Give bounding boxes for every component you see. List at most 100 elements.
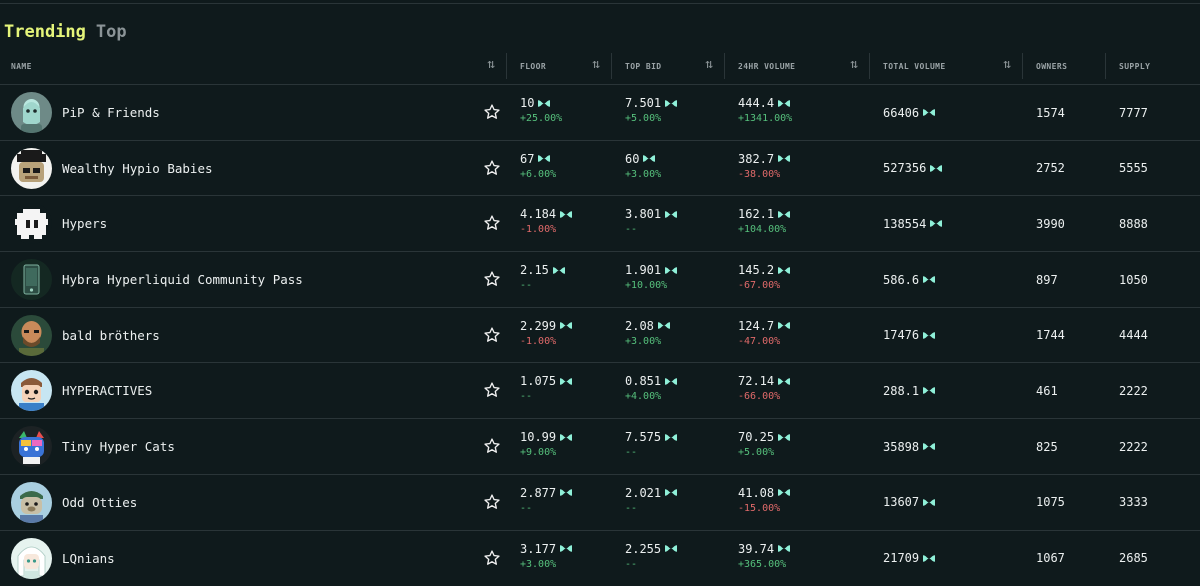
table-header: NAME ⇅ FLOOR ⇅ TOP BID ⇅ 24HR VOLUME ⇅ T… bbox=[0, 47, 1200, 85]
favorite-star-icon[interactable] bbox=[483, 159, 501, 177]
hype-currency-icon bbox=[922, 554, 936, 563]
hype-currency-icon bbox=[922, 275, 936, 284]
hype-currency-icon bbox=[777, 321, 791, 330]
table-row[interactable]: bald bröthers 2.299 -1.00% 2.08 +3.00% 1… bbox=[0, 308, 1200, 364]
collection-name[interactable]: Hypers bbox=[62, 196, 107, 251]
top-bid-cell: 1.901 +10.00% bbox=[625, 262, 678, 294]
sort-floor-icon[interactable]: ⇅ bbox=[588, 57, 604, 73]
floor-change: -1.00% bbox=[520, 224, 573, 238]
sort-top-bid-icon[interactable]: ⇅ bbox=[701, 57, 717, 73]
collection-name[interactable]: LQnians bbox=[62, 531, 115, 586]
col-supply-header: SUPPLY bbox=[1119, 47, 1150, 85]
24hr-volume-change: -67.00% bbox=[738, 280, 791, 294]
top-bid-cell: 2.021 -- bbox=[625, 485, 678, 517]
hyperactives-avatar[interactable] bbox=[11, 370, 52, 411]
floor-value: 4.184 bbox=[520, 207, 556, 221]
24hr-volume-cell: 41.08 -15.00% bbox=[738, 485, 791, 517]
24hr-volume-change: +365.00% bbox=[738, 559, 791, 573]
hype-currency-icon bbox=[664, 266, 678, 275]
24hr-volume-change: -38.00% bbox=[738, 169, 791, 183]
favorite-star-icon[interactable] bbox=[483, 270, 501, 288]
owners-value: 1744 bbox=[1036, 308, 1065, 363]
collection-name[interactable]: Hybra Hyperliquid Community Pass bbox=[62, 252, 303, 307]
hype-currency-icon bbox=[664, 544, 678, 553]
col-24hr-volume-header[interactable]: 24HR VOLUME bbox=[738, 47, 795, 85]
table-row[interactable]: Wealthy Hypio Babies 67 +6.00% 60 +3.00%… bbox=[0, 141, 1200, 197]
floor-cell: 67 +6.00% bbox=[520, 151, 556, 183]
owners-value: 3990 bbox=[1036, 196, 1065, 251]
hype-currency-icon bbox=[664, 99, 678, 108]
favorite-star-icon[interactable] bbox=[483, 493, 501, 511]
total-volume-value: 21709 bbox=[883, 551, 919, 565]
total-volume-cell: 586.6 bbox=[883, 252, 936, 307]
otties-avatar[interactable] bbox=[11, 482, 52, 523]
col-floor-header[interactable]: FLOOR bbox=[520, 47, 546, 85]
owners-value: 1067 bbox=[1036, 531, 1065, 586]
sort-24hr-volume-icon[interactable]: ⇅ bbox=[846, 57, 862, 73]
hype-currency-icon bbox=[922, 498, 936, 507]
collection-name[interactable]: bald bröthers bbox=[62, 308, 160, 363]
collection-name[interactable]: HYPERACTIVES bbox=[62, 363, 152, 418]
favorite-star-icon[interactable] bbox=[483, 214, 501, 232]
supply-value: 8888 bbox=[1119, 196, 1148, 251]
collection-name[interactable]: Wealthy Hypio Babies bbox=[62, 141, 213, 196]
hype-currency-icon bbox=[922, 386, 936, 395]
col-total-volume-header[interactable]: TOTAL VOLUME bbox=[883, 47, 946, 85]
table-row[interactable]: Tiny Hyper Cats 10.99 +9.00% 7.575 -- 70… bbox=[0, 419, 1200, 475]
top-divider bbox=[0, 0, 1200, 4]
floor-change: -- bbox=[520, 280, 566, 294]
sort-total-volume-icon[interactable]: ⇅ bbox=[999, 57, 1015, 73]
favorite-star-icon[interactable] bbox=[483, 381, 501, 399]
24hr-volume-cell: 70.25 +5.00% bbox=[738, 429, 791, 461]
total-volume-cell: 35898 bbox=[883, 419, 936, 474]
total-volume-cell: 288.1 bbox=[883, 363, 936, 418]
floor-value: 2.15 bbox=[520, 263, 549, 277]
owners-value: 2752 bbox=[1036, 141, 1065, 196]
favorite-star-icon[interactable] bbox=[483, 549, 501, 567]
hypers-avatar[interactable] bbox=[11, 203, 52, 244]
hype-currency-icon bbox=[929, 164, 943, 173]
favorite-star-icon[interactable] bbox=[483, 437, 501, 455]
total-volume-value: 288.1 bbox=[883, 384, 919, 398]
table-body: PiP & Friends 10 +25.00% 7.501 +5.00% 44… bbox=[0, 85, 1200, 586]
top-bid-value: 1.901 bbox=[625, 263, 661, 277]
pip-avatar[interactable] bbox=[11, 92, 52, 133]
table-row[interactable]: Hybra Hyperliquid Community Pass 2.15 --… bbox=[0, 252, 1200, 308]
24hr-volume-value: 39.74 bbox=[738, 542, 774, 556]
table-row[interactable]: Odd Otties 2.877 -- 2.021 -- 41.08 -15.0… bbox=[0, 475, 1200, 531]
table-row[interactable]: LQnians 3.177 +3.00% 2.255 -- 39.74 +365… bbox=[0, 531, 1200, 586]
cats-avatar[interactable] bbox=[11, 426, 52, 467]
table-row[interactable]: PiP & Friends 10 +25.00% 7.501 +5.00% 44… bbox=[0, 85, 1200, 141]
collection-name[interactable]: Odd Otties bbox=[62, 475, 137, 530]
top-bid-cell: 60 +3.00% bbox=[625, 151, 661, 183]
floor-change: +9.00% bbox=[520, 447, 573, 461]
floor-cell: 10 +25.00% bbox=[520, 95, 562, 127]
owners-value: 1574 bbox=[1036, 85, 1065, 140]
tab-trending[interactable]: Trending bbox=[4, 22, 86, 42]
tab-top[interactable]: Top bbox=[96, 22, 127, 42]
favorite-star-icon[interactable] bbox=[483, 326, 501, 344]
lqnians-avatar[interactable] bbox=[11, 538, 52, 579]
hype-currency-icon bbox=[777, 544, 791, 553]
col-top-bid-header[interactable]: TOP BID bbox=[625, 47, 662, 85]
hybra-avatar[interactable] bbox=[11, 259, 52, 300]
sort-name-icon[interactable]: ⇅ bbox=[483, 57, 499, 73]
24hr-volume-value: 124.7 bbox=[738, 319, 774, 333]
total-volume-cell: 17476 bbox=[883, 308, 936, 363]
top-bid-value: 0.851 bbox=[625, 374, 661, 388]
floor-cell: 2.15 -- bbox=[520, 262, 566, 294]
24hr-volume-cell: 162.1 +104.00% bbox=[738, 206, 791, 238]
total-volume-cell: 13607 bbox=[883, 475, 936, 530]
collection-name[interactable]: Tiny Hyper Cats bbox=[62, 419, 175, 474]
collection-name[interactable]: PiP & Friends bbox=[62, 85, 160, 140]
table-row[interactable]: Hypers 4.184 -1.00% 3.801 -- 162.1 +104.… bbox=[0, 196, 1200, 252]
table-row[interactable]: HYPERACTIVES 1.075 -- 0.851 +4.00% 72.14… bbox=[0, 363, 1200, 419]
owners-value: 461 bbox=[1036, 363, 1058, 418]
floor-cell: 10.99 +9.00% bbox=[520, 429, 573, 461]
total-volume-cell: 527356 bbox=[883, 141, 943, 196]
favorite-star-icon[interactable] bbox=[483, 103, 501, 121]
24hr-volume-change: +5.00% bbox=[738, 447, 791, 461]
owners-value: 825 bbox=[1036, 419, 1058, 474]
bald-avatar[interactable] bbox=[11, 315, 52, 356]
hypio-avatar[interactable] bbox=[11, 148, 52, 189]
